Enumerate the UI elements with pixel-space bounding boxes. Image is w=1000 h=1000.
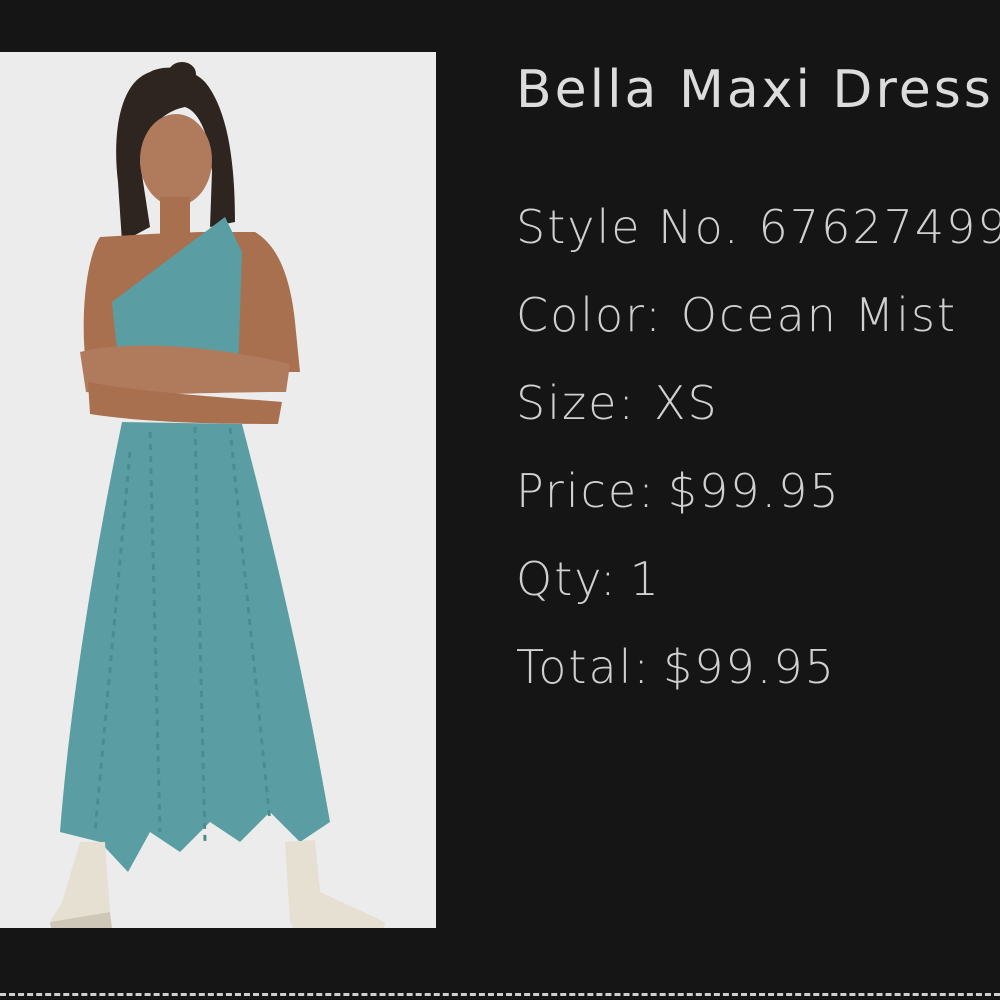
- price-value: $99.95: [667, 464, 841, 518]
- total-row: Total: $99.95: [516, 640, 836, 694]
- style-number-label: Style No.: [516, 200, 741, 254]
- price-label: Price:: [516, 464, 656, 518]
- product-title: Bella Maxi Dress: [516, 60, 994, 120]
- dashed-divider: [0, 993, 1000, 996]
- product-photo: [0, 52, 436, 928]
- style-number-row: Style No. 67627499: [516, 200, 1000, 254]
- product-details: Bella Maxi Dress Style No. 67627499 Color…: [516, 0, 1000, 1000]
- quantity-label: Qty:: [516, 552, 618, 606]
- total-label: Total:: [516, 640, 651, 694]
- total-value: $99.95: [662, 640, 836, 694]
- quantity-row: Qty: 1: [516, 552, 661, 606]
- price-row: Price: $99.95: [516, 464, 841, 518]
- color-row: Color: Ocean Mist: [516, 288, 957, 342]
- size-label: Size:: [516, 376, 636, 430]
- color-label: Color:: [516, 288, 663, 342]
- size-row: Size: XS: [516, 376, 719, 430]
- size-value: XS: [653, 376, 719, 430]
- quantity-value: 1: [629, 552, 661, 606]
- color-value: Ocean Mist: [680, 288, 958, 342]
- style-number-value: 67627499: [758, 200, 1000, 254]
